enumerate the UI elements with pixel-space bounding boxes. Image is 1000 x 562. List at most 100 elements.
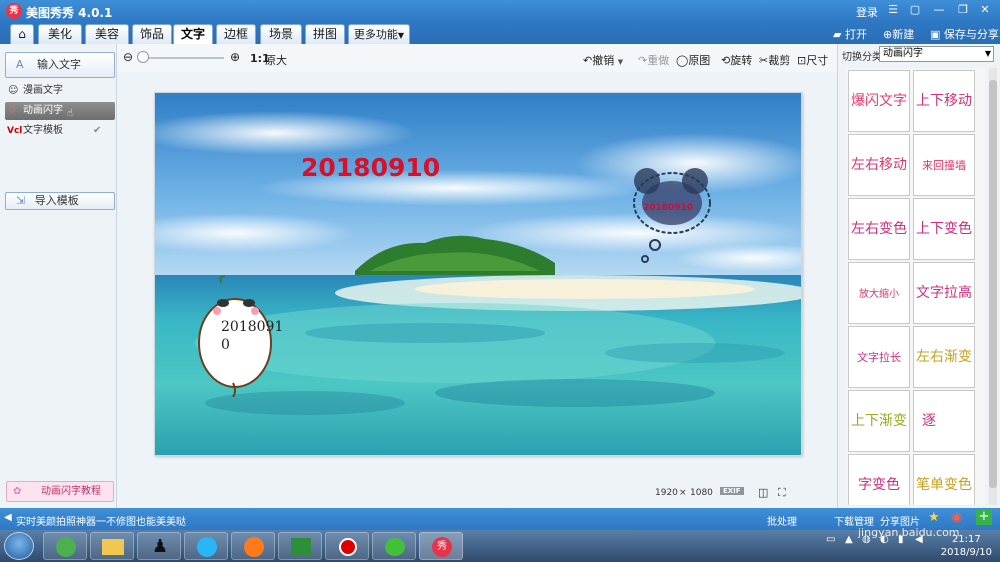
effect-label: 文字拉高 <box>916 285 972 301</box>
skin-icon[interactable]: ▢ <box>908 3 922 17</box>
comic-bubble-icon: ☺ <box>8 85 19 96</box>
start-button[interactable] <box>4 532 34 560</box>
left-item-text-template[interactable]: Vcl 文字模板 ✔ <box>5 122 115 140</box>
effect-label: 来回撞墙 <box>922 159 966 172</box>
undo-icon: ↶ <box>583 54 593 67</box>
exif-button[interactable]: EXIF <box>720 487 744 495</box>
taskbar-app-video[interactable] <box>184 532 228 560</box>
batch-process-button[interactable]: 批处理 <box>767 513 797 528</box>
compare-view-icon[interactable]: ◫ <box>758 486 768 499</box>
tray-chevron-up-icon[interactable]: ▲ <box>845 534 853 545</box>
weibo-icon[interactable]: ◉ <box>951 510 962 525</box>
effect-cell[interactable]: 放大缩小 <box>848 262 910 324</box>
tab-collage[interactable]: 拼图 <box>305 24 345 44</box>
status-message[interactable]: 实时美颜拍照神器一不修图也能美美哒 <box>16 513 186 528</box>
taskbar-app-browser-360[interactable] <box>43 532 87 560</box>
chevron-down-icon: ▼ <box>397 31 405 40</box>
undo-button[interactable]: ↶撤销 ▼ <box>583 52 623 68</box>
left-item-comic-text[interactable]: ☺ 漫画文字 <box>5 82 115 100</box>
taskbar-app-player[interactable] <box>278 532 322 560</box>
play-icon <box>291 538 311 556</box>
taskbar-app-recorder[interactable] <box>325 532 369 560</box>
crop-button[interactable]: ✂裁剪 <box>759 52 790 68</box>
effect-scrollbar-thumb[interactable] <box>989 80 997 488</box>
taskbar-app-firefox[interactable] <box>231 532 275 560</box>
tray-device-icon[interactable]: ▭ <box>826 534 835 545</box>
tab-home[interactable]: ⌂ <box>10 24 34 44</box>
bubble-text-line-1[interactable]: 2018091 <box>221 319 283 335</box>
tab-more-functions[interactable]: 更多功能▼ <box>348 24 410 44</box>
fullscreen-icon[interactable]: ⛶ <box>778 486 786 500</box>
effect-cell[interactable]: 逐 <box>913 390 975 452</box>
effect-cell[interactable]: 左右渐变 <box>913 326 975 388</box>
maximize-icon[interactable]: ❐ <box>956 3 970 17</box>
star-icon[interactable]: ★ <box>928 510 940 525</box>
original-image-button[interactable]: ◯原图 <box>676 52 710 68</box>
effect-cell[interactable]: 来回撞墙 <box>913 134 975 196</box>
effect-cell[interactable]: 爆闪文字 <box>848 70 910 132</box>
watermark-text: jingyan.baidu.com <box>858 526 960 539</box>
category-select[interactable]: 动画闪字 ▼ <box>879 46 994 62</box>
effect-label: 上下变色 <box>916 221 972 237</box>
redo-button[interactable]: ↷重做 <box>638 52 669 68</box>
zoom-out-icon[interactable]: ⊖ <box>123 50 133 64</box>
effect-cell[interactable]: 文字拉高 <box>913 262 975 324</box>
tab-beautify[interactable]: 美化 <box>38 24 82 44</box>
add-icon[interactable]: + <box>976 509 992 525</box>
zoom-in-icon[interactable]: ⊕ <box>230 50 240 64</box>
import-template-button[interactable]: ⇲ 导入模板 <box>5 192 115 210</box>
edited-photo[interactable]: 20180910 20180910 2018091 0 <box>154 92 802 456</box>
effect-cell[interactable]: 左右变色 <box>848 198 910 260</box>
bubble-text-line-2[interactable]: 0 <box>221 337 230 353</box>
save-share-label: 保存与分享 <box>943 28 999 41</box>
rotate-button[interactable]: ⟲旋转 <box>721 52 752 68</box>
zoom-slider-track[interactable] <box>138 57 224 59</box>
menu-icon[interactable]: ☰ <box>886 3 900 17</box>
taskbar-app-wechat[interactable] <box>372 532 416 560</box>
zoom-slider-thumb[interactable] <box>137 51 149 63</box>
tab-accessories[interactable]: 饰品 <box>132 24 172 44</box>
size-times: × <box>679 488 687 498</box>
app-logo-icon: 秀 <box>6 3 22 19</box>
cloud-text-overlay[interactable]: 20180910 <box>643 203 693 213</box>
taskbar-app-explorer[interactable] <box>90 532 134 560</box>
effect-label: 上下渐变 <box>851 413 907 429</box>
effect-scrollbar[interactable] <box>989 68 997 505</box>
open-label: 打开 <box>844 28 867 41</box>
original-image-label: 原图 <box>688 54 711 67</box>
new-label: 新建 <box>892 28 915 41</box>
app-title: 美图秀秀 4.0.1 <box>26 6 113 20</box>
resize-button[interactable]: ⊡尺寸 <box>797 52 828 68</box>
effect-cell[interactable]: 笔单变色 <box>913 454 975 505</box>
effect-cell[interactable]: 上下变色 <box>913 198 975 260</box>
scribble-cloud-sticker[interactable] <box>627 163 717 273</box>
panda-bubble-sticker[interactable] <box>193 273 277 397</box>
tutorial-label: 动画闪字教程 <box>41 486 101 497</box>
title-bar: 秀 美图秀秀 4.0.1 登录 ☰ ▢ — ❐ ✕ <box>0 0 1000 22</box>
open-button[interactable]: ▰ 打开 <box>833 26 867 42</box>
original-size-button[interactable]: 原大 <box>265 52 287 68</box>
close-icon[interactable]: ✕ <box>978 3 992 17</box>
save-share-button[interactable]: ▣ 保存与分享 <box>930 26 999 42</box>
clock-date: 2018/9/10 <box>940 547 992 558</box>
tab-beauty[interactable]: 美容 <box>85 24 129 44</box>
input-text-button[interactable]: A 输入文字 <box>5 52 115 78</box>
tab-frame[interactable]: 边框 <box>216 24 256 44</box>
effect-cell[interactable]: 上下渐变 <box>848 390 910 452</box>
new-button[interactable]: ⊕新建 <box>883 26 914 42</box>
tab-scene[interactable]: 场景 <box>260 24 302 44</box>
animated-text-tutorial-button[interactable]: ✿ 动画闪字教程 <box>6 481 114 502</box>
effect-cell[interactable]: 左右移动 <box>848 134 910 196</box>
login-link[interactable]: 登录 <box>856 4 878 20</box>
effect-cell[interactable]: 字变色 <box>848 454 910 505</box>
taskbar-app-qq[interactable]: ♟ <box>137 532 181 560</box>
left-item-animated-text[interactable]: ♢ 动画闪字 ☝ <box>5 102 115 120</box>
tab-text[interactable]: 文字 <box>173 24 213 45</box>
minimize-icon[interactable]: — <box>932 3 946 17</box>
effect-cell[interactable]: 上下移动 <box>913 70 975 132</box>
effect-cell[interactable]: 文字拉长 <box>848 326 910 388</box>
import-template-label: 导入模板 <box>34 194 79 207</box>
taskbar-app-meitu[interactable]: 秀 <box>419 532 463 560</box>
effect-label: 笔单变色 <box>916 477 972 493</box>
main-text-overlay[interactable]: 20180910 <box>301 153 440 182</box>
